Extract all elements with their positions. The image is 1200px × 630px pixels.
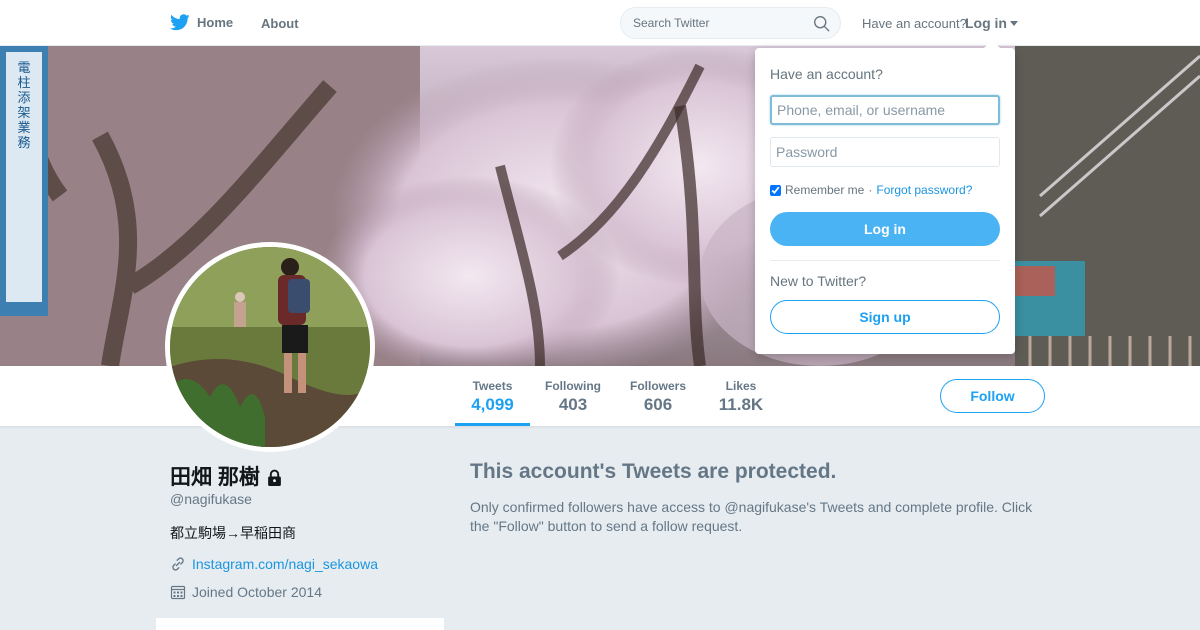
remember-separator: ·	[868, 183, 873, 197]
remember-row: Remember me · Forgot password?	[770, 183, 972, 197]
twitter-bird-icon	[170, 14, 190, 31]
search-icon[interactable]	[813, 15, 830, 32]
profile-name: 田畑 那樹	[170, 461, 283, 491]
nav-about[interactable]: About	[261, 16, 299, 31]
have-account-text: Have an account?	[862, 16, 967, 31]
stat-value: 403	[558, 395, 588, 414]
profile-joined-text: Joined October 2014	[192, 584, 322, 600]
caret-down-icon	[1010, 21, 1018, 26]
stat-followers[interactable]: Followers 606	[628, 379, 688, 415]
top-nav: Home About Have an account? Log in	[0, 0, 1200, 46]
login-dropdown-toggle[interactable]: Log in	[965, 15, 1018, 31]
protected-body: Only confirmed followers have access to …	[470, 499, 1033, 534]
stat-label: Likes	[725, 379, 757, 393]
signup-button[interactable]: Sign up	[770, 300, 1000, 334]
profile-website-link[interactable]: Instagram.com/nagi_sekaowa	[192, 556, 378, 572]
login-heading: Have an account?	[770, 66, 883, 82]
search-box	[620, 7, 841, 39]
avatar-image	[170, 247, 370, 447]
profile-joined-row: Joined October 2014	[170, 584, 322, 600]
login-toggle-label: Log in	[965, 15, 1007, 31]
avatar[interactable]	[165, 242, 375, 452]
stat-tweets[interactable]: Tweets 4,099	[470, 379, 515, 415]
stat-value: 606	[643, 395, 673, 414]
dropdown-arrow	[984, 40, 1000, 48]
forgot-password-link[interactable]: Forgot password?	[876, 183, 972, 197]
lock-icon	[267, 469, 281, 486]
login-dropdown: Have an account? Remember me · Forgot pa…	[755, 40, 1015, 354]
search-input[interactable]	[633, 15, 803, 31]
username-field[interactable]	[770, 95, 1000, 125]
stat-likes[interactable]: Likes 11.8K	[714, 379, 768, 415]
nav-home[interactable]: Home	[170, 14, 233, 31]
stat-label: Followers	[629, 379, 686, 393]
link-icon	[172, 557, 184, 571]
remember-label[interactable]: Remember me	[785, 183, 864, 197]
stat-label: Following	[545, 379, 601, 393]
follow-button[interactable]: Follow	[940, 379, 1045, 413]
banner-sign-text: 電柱添架業務	[17, 61, 30, 151]
profile-bio: 都立駒場→早稲田商	[170, 525, 296, 541]
stat-following[interactable]: Following 403	[544, 379, 602, 415]
stat-label: Tweets	[472, 379, 513, 393]
profile-link-row: Instagram.com/nagi_sekaowa	[170, 556, 378, 572]
dropdown-divider	[770, 260, 1000, 261]
calendar-icon	[170, 585, 186, 600]
profile-name-text: 田畑 那樹	[170, 466, 260, 489]
login-button[interactable]: Log in	[770, 212, 1000, 246]
active-tab-indicator	[455, 423, 530, 426]
profile-handle[interactable]: @nagifukase	[170, 491, 252, 507]
protected-title: This account's Tweets are protected.	[470, 460, 837, 483]
stat-value: 11.8K	[718, 395, 764, 414]
photos-card	[156, 618, 444, 630]
new-to-twitter-text: New to Twitter?	[770, 273, 867, 289]
remember-checkbox[interactable]	[770, 184, 781, 196]
stat-value: 4,099	[471, 395, 514, 414]
nav-home-label: Home	[197, 15, 234, 30]
password-field[interactable]	[770, 137, 1000, 167]
